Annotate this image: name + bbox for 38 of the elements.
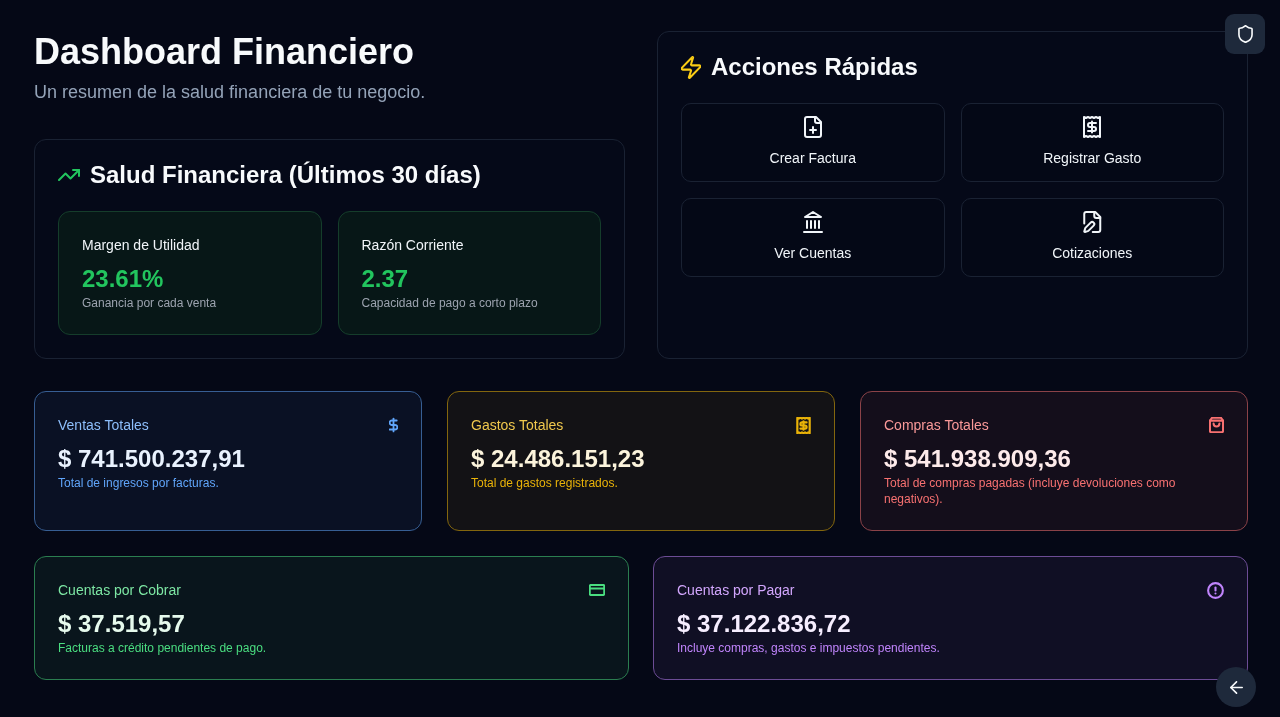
page-subtitle: Un resumen de la salud financiera de tu negocio. [34,81,427,104]
quick-action-button[interactable]: Ver Cuentas [681,198,945,277]
metric-description: Ganancia por cada venta [82,295,218,311]
stat-value: $ 741.500.237,91 [58,444,246,474]
shield-icon [1237,25,1253,43]
section-title: Acciones Rápidas [711,55,918,79]
stat-label: Ventas Totales [58,416,149,435]
stat-label: Gastos Totales [471,416,564,435]
file-plus-icon [802,116,823,138]
metric-label: Margen de Utilidad [82,236,201,255]
stat-value: $ 37.122.836,72 [677,609,852,639]
section-title: Salud Financiera (Últimos 30 días) [90,163,481,187]
stat-label: Compras Totales [884,416,989,435]
stat-description: Incluye compras, gastos e impuestos pendientes. [677,640,941,656]
stat-description: Facturas a crédito pendientes de pago. [58,640,268,656]
stat-value: $ 37.519,57 [58,609,186,639]
stat-value: $ 541.938.909,36 [884,444,1072,474]
shield-button[interactable] [1225,14,1265,54]
trend-up-icon [58,169,80,181]
file-pen-icon [1082,211,1103,233]
lightning-bolt-icon [681,55,701,79]
stat-label: Cuentas por Cobrar [58,581,181,600]
metric-value: 2.37 [361,264,410,294]
stat-description: Total de gastos registrados. [471,475,619,491]
bank-icon [802,211,823,233]
metric-description: Capacidad de pago a corto plazo [361,295,539,311]
quick-action-button[interactable]: Cotizaciones [960,198,1224,277]
stat-description: Total de compras pagadas (incluye devoluciones como negativos). [884,475,1177,507]
metric-value: 23.61% [82,264,165,294]
metric-label: Razón Corriente [361,236,465,255]
quick-action-button[interactable]: Crear Factura [681,103,945,182]
back-button[interactable] [1216,667,1256,707]
quick-action-button[interactable]: Registrar Gasto [960,103,1224,182]
page-title: Dashboard Financiero [34,30,416,73]
stat-label: Cuentas por Pagar [677,581,795,600]
receipt-dollar-icon [1082,116,1103,138]
stat-description: Total de ingresos por facturas. [58,475,220,491]
stat-value: $ 24.486.151,23 [471,444,646,474]
